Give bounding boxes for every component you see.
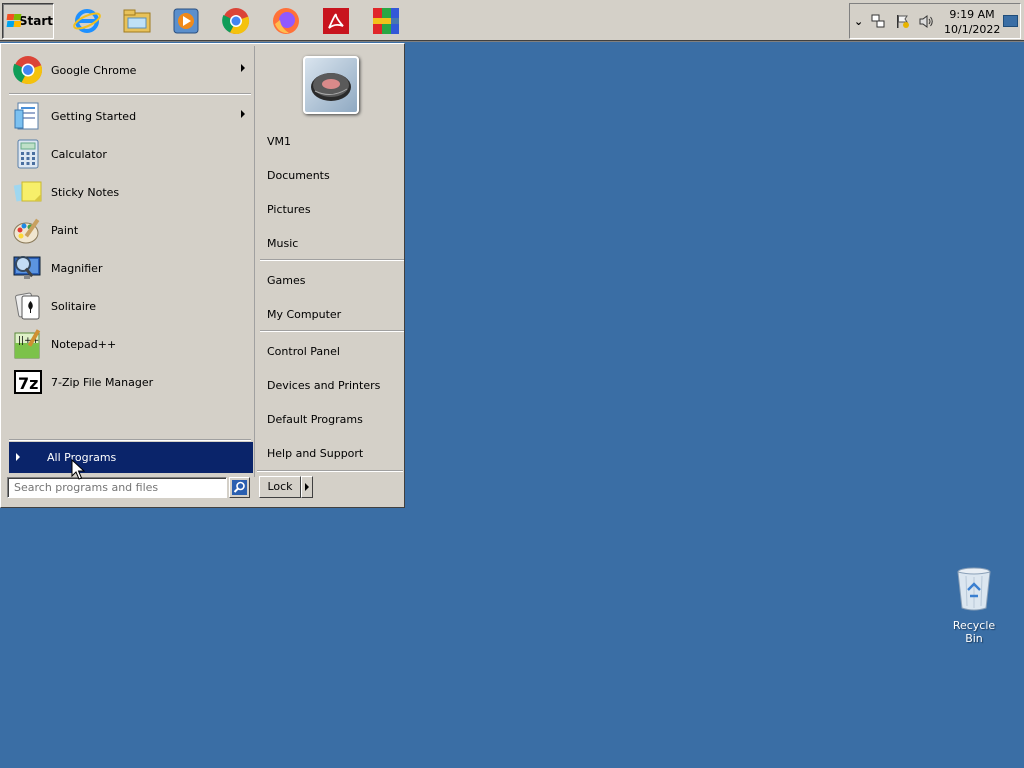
program-7zip-file-manager[interactable]: 7z 7-Zip File Manager [9, 364, 253, 400]
search-icon [232, 480, 247, 495]
submenu-arrow-icon[interactable] [241, 110, 245, 118]
submenu-arrow-icon[interactable] [241, 64, 245, 72]
program-paint[interactable]: Paint [9, 212, 253, 248]
program-google-chrome[interactable]: Google Chrome [9, 52, 253, 88]
mouse-cursor-icon [71, 459, 85, 480]
firefox-icon[interactable] [269, 4, 303, 38]
shutdown-options-button[interactable] [301, 476, 313, 498]
place-help-and-support[interactable]: Help and Support [267, 443, 403, 465]
programs-pane: Google Chrome Getting Started Calculator… [3, 46, 255, 477]
place-games[interactable]: Games [267, 270, 403, 292]
start-button[interactable]: Start [2, 3, 54, 39]
search-row [7, 477, 251, 499]
calculator-icon [17, 139, 39, 169]
notepadpp-icon: ||++ [14, 329, 41, 359]
winrar-icon[interactable] [369, 4, 403, 38]
program-magnifier[interactable]: Magnifier [9, 250, 253, 286]
windows-logo-icon [6, 14, 22, 28]
place-default-programs[interactable]: Default Programs [267, 409, 403, 431]
show-hidden-icons-chevron-icon[interactable]: ⌄ [854, 15, 863, 28]
program-sticky-notes[interactable]: Sticky Notes [9, 174, 253, 210]
solitaire-icon [15, 292, 40, 320]
place-devices-and-printers[interactable]: Devices and Printers [267, 375, 403, 397]
program-label: Sticky Notes [51, 185, 120, 199]
place-my-computer[interactable]: My Computer [267, 304, 403, 326]
all-programs-button[interactable]: All Programs [9, 442, 253, 473]
action-center-flag-icon[interactable] [894, 13, 911, 30]
system-tray: ⌄ 9:19 AM 10/1/2022 [849, 3, 1021, 39]
program-solitaire[interactable]: Solitaire [9, 288, 253, 324]
separator [260, 330, 404, 332]
lock-button[interactable]: Lock [259, 476, 301, 498]
file-explorer-icon[interactable] [120, 4, 154, 38]
program-label: Paint [51, 223, 79, 237]
program-label: Solitaire [51, 299, 96, 313]
recycle-bin-icon [957, 567, 991, 611]
network-icon[interactable] [870, 13, 887, 30]
magnifier-icon [13, 256, 41, 279]
place-music[interactable]: Music [267, 233, 403, 255]
user-picture[interactable] [303, 56, 359, 114]
program-label: Google Chrome [51, 63, 137, 77]
svg-text:7z: 7z [18, 374, 38, 393]
internet-explorer-icon[interactable] [70, 4, 104, 38]
chrome-icon[interactable] [219, 4, 253, 38]
search-input[interactable] [7, 477, 227, 498]
acrobat-icon[interactable] [319, 4, 353, 38]
start-label: Start [18, 14, 53, 28]
clock[interactable]: 9:19 AM 10/1/2022 [944, 7, 1000, 37]
chrome-icon [13, 56, 43, 85]
separator [260, 259, 404, 261]
media-player-icon[interactable] [169, 4, 203, 38]
program-calculator[interactable]: Calculator [9, 136, 253, 172]
program-notepad-plus-plus[interactable]: ||++ Notepad++ [9, 326, 253, 362]
place-documents[interactable]: Documents [267, 165, 403, 187]
separator [9, 93, 251, 95]
place-vm1[interactable]: VM1 [267, 131, 403, 153]
user-avatar-icon [311, 73, 351, 101]
program-label: 7-Zip File Manager [51, 375, 154, 389]
program-label: Magnifier [51, 261, 103, 275]
program-getting-started[interactable]: Getting Started [9, 98, 253, 134]
program-label: Getting Started [51, 109, 137, 123]
sticky-notes-icon [13, 181, 42, 202]
chevron-right-icon [305, 483, 309, 491]
separator [9, 439, 251, 441]
clock-date: 10/1/2022 [944, 23, 1001, 36]
getting-started-icon [14, 102, 39, 130]
desktop-icon-label: Recycle Bin [952, 619, 996, 645]
clock-time: 9:19 AM [949, 8, 995, 21]
desktop-icon-recycle-bin[interactable]: Recycle Bin [944, 566, 1004, 645]
separator [257, 470, 403, 472]
places-pane: VM1 Documents Pictures Music Games My Co… [256, 46, 404, 477]
paint-icon [13, 218, 40, 244]
7zip-icon: 7z [14, 370, 42, 394]
place-control-panel[interactable]: Control Panel [267, 341, 403, 363]
program-label: Notepad++ [51, 337, 117, 351]
taskbar: Start ⌄ 9:19 AM 10/1/2022 [0, 0, 1024, 42]
search-button[interactable] [229, 477, 250, 498]
start-menu: Google Chrome Getting Started Calculator… [0, 43, 405, 508]
expand-arrow-icon [16, 453, 20, 461]
program-label: Calculator [51, 147, 107, 161]
volume-icon[interactable] [918, 13, 935, 30]
place-pictures[interactable]: Pictures [267, 199, 403, 221]
show-desktop-button[interactable] [1003, 15, 1018, 27]
